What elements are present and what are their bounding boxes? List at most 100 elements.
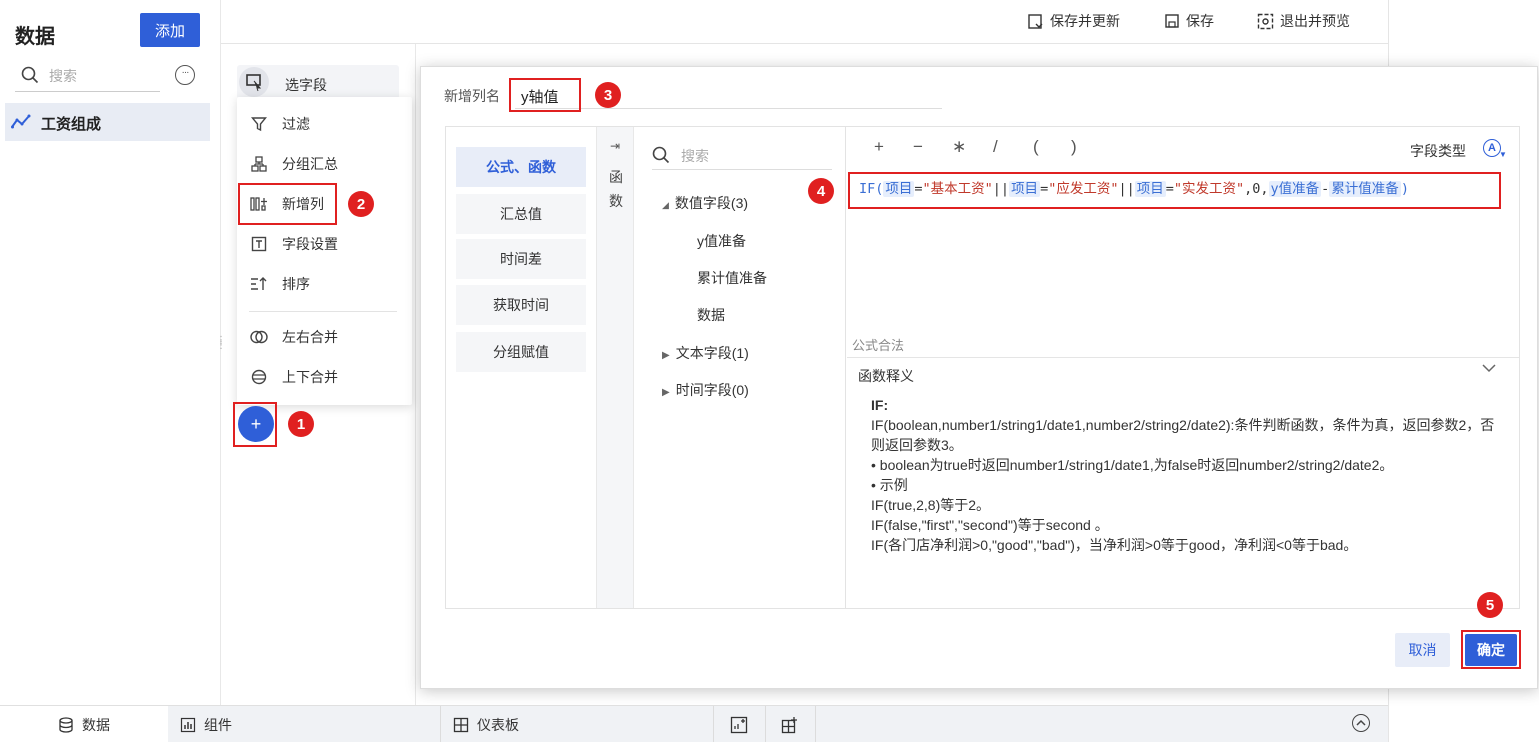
menu-item-merge-ud[interactable]: 上下合并 <box>237 359 412 395</box>
search-icon <box>21 66 39 84</box>
column-name-input[interactable]: y轴值 <box>515 79 942 109</box>
formula-field-token[interactable]: 项目 <box>883 181 915 197</box>
menu-item-filter[interactable]: 过滤 <box>237 106 412 142</box>
separator <box>815 706 816 742</box>
sort-icon <box>249 274 269 294</box>
preview-icon <box>1257 13 1274 30</box>
function-desc-line: • boolean为true时返回number1/string1/date1,为… <box>871 457 1394 473</box>
field-search-placeholder: 搜索 <box>681 148 709 164</box>
add-dashboard-icon[interactable] <box>781 716 799 734</box>
formula-text[interactable]: IF(项目 ="基本工资"|| 项目 ="应发工资"|| 项目 ="实发工资",0, y值准… <box>859 179 1409 199</box>
tab-component[interactable]: 组件 <box>180 706 232 742</box>
field-item[interactable]: y值准备 <box>697 231 746 251</box>
more-options-icon[interactable]: ··· <box>175 65 195 85</box>
op-lparen-button[interactable]: ( <box>1033 137 1039 157</box>
save-update-button[interactable]: 保存并更新 <box>1027 10 1120 32</box>
formula-field-token[interactable]: 累计值准备 <box>1329 181 1401 197</box>
menu-item-sort[interactable]: 排序 <box>237 266 412 302</box>
filter-icon <box>249 114 269 134</box>
dataset-item[interactable]: 工资组成 <box>5 103 210 141</box>
save-label: 保存 <box>1186 13 1214 29</box>
op-plus-button[interactable]: + <box>874 137 884 157</box>
formula-token: IF( <box>859 181 884 197</box>
confirm-button[interactable]: 确定 <box>1465 634 1517 666</box>
function-strip-label: 函数 <box>609 169 623 209</box>
field-type-label: 字段类型 <box>1410 143 1466 159</box>
category-get-time[interactable]: 获取时间 <box>456 285 586 325</box>
tree-node-time[interactable]: ▶ 时间字段(0) <box>662 380 749 400</box>
op-minus-button[interactable]: − <box>913 137 923 157</box>
menu-item-field-settings[interactable]: 字段设置 <box>237 226 412 262</box>
category-list: 公式、函数 汇总值 时间差 获取时间 分组赋值 <box>446 127 596 608</box>
formula-valid-status: 公式合法 <box>852 338 905 353</box>
expand-icon: ⇥ <box>610 139 621 153</box>
op-divide-button[interactable]: / <box>993 137 998 157</box>
function-explain-title: 函数释义 <box>858 368 914 384</box>
menu-item-label: 新增列 <box>282 196 324 212</box>
bottom-bar: 数据 组件 仪表板 <box>0 705 1388 742</box>
tree-node-text[interactable]: ▶ 文本字段(1) <box>662 343 749 363</box>
menu-item-merge-lr[interactable]: 左右合并 <box>237 319 412 355</box>
function-panel-toggle[interactable]: ⇥ 函数 <box>596 127 634 608</box>
line-chart-icon <box>11 114 31 130</box>
step-badge-3: 3 <box>595 82 621 108</box>
menu-item-label: 分组汇总 <box>282 156 338 172</box>
caret-right-icon: ▶ <box>662 387 670 398</box>
add-data-button[interactable]: 添加 <box>140 13 200 47</box>
field-settings-icon <box>249 234 269 254</box>
panel-title: 数据 <box>15 26 55 48</box>
select-field-icon <box>239 67 269 97</box>
function-explain-header[interactable]: 函数释义 <box>847 357 1519 389</box>
cancel-button[interactable]: 取消 <box>1395 633 1450 667</box>
menu-item-add-column[interactable]: 新增列 <box>237 186 412 222</box>
separator <box>440 706 441 742</box>
formula-token: = <box>914 181 923 197</box>
formula-field-token[interactable]: y值准备 <box>1268 181 1322 197</box>
tab-component-label: 组件 <box>204 716 232 733</box>
op-multiply-button[interactable]: ∗ <box>952 137 966 157</box>
collapse-up-icon[interactable] <box>1352 714 1370 732</box>
field-search-input[interactable]: 搜索 <box>652 140 832 170</box>
formula-token: = <box>1040 181 1049 197</box>
tab-data[interactable]: 数据 <box>0 706 168 742</box>
category-aggregate[interactable]: 汇总值 <box>456 194 586 234</box>
tree-node-numeric[interactable]: ◢ 数值字段(3) <box>662 193 748 213</box>
add-step-menu: 过滤 分组汇总 新增列 字段设置 排序 左右合并 上下合并 <box>237 97 412 405</box>
separator <box>713 706 714 742</box>
category-group-assign[interactable]: 分组赋值 <box>456 332 586 372</box>
field-item[interactable]: 累计值准备 <box>697 268 767 288</box>
tab-dashboard[interactable]: 仪表板 <box>453 706 519 742</box>
field-item[interactable]: 数据 <box>697 305 725 325</box>
formula-token: || <box>992 181 1010 197</box>
group-icon <box>249 154 269 174</box>
formula-field-token[interactable]: 项目 <box>1134 181 1166 197</box>
function-desc-title: IF: <box>871 397 889 413</box>
menu-divider <box>249 311 397 312</box>
category-formula[interactable]: 公式、函数 <box>456 147 586 187</box>
add-step-button[interactable]: + <box>238 406 274 442</box>
formula-token: || <box>1118 181 1135 197</box>
step-badge-4: 4 <box>808 178 834 204</box>
save-icon <box>1164 13 1180 29</box>
formula-field-token[interactable]: 项目 <box>1009 181 1041 197</box>
function-desc-line: IF(true,2,8)等于2。 <box>871 497 991 513</box>
exit-preview-button[interactable]: 退出并预览 <box>1257 10 1350 32</box>
formula-token: "实发工资" <box>1173 181 1245 197</box>
function-description: IF: IF(boolean,number1/string1/date1,num… <box>871 395 1501 555</box>
data-search-input[interactable]: 搜索 <box>15 62 160 92</box>
formula-token: ) <box>1400 181 1409 197</box>
step-badge-1: 1 <box>288 411 314 437</box>
tab-dashboard-label: 仪表板 <box>477 716 519 733</box>
menu-item-group[interactable]: 分组汇总 <box>237 146 412 182</box>
function-desc-line: IF(false,"first","second")等于second 。 <box>871 517 1109 533</box>
merge-lr-icon <box>249 327 269 347</box>
drag-handle-icon[interactable]: ⋮ ⋮ <box>216 336 226 358</box>
save-button[interactable]: 保存 <box>1164 10 1214 32</box>
bar-chart-icon <box>180 717 196 733</box>
add-component-icon[interactable] <box>730 716 748 734</box>
step-select-field[interactable]: 选字段 <box>237 65 399 99</box>
step-badge-5: 5 <box>1477 592 1503 618</box>
formula-token: "应发工资" <box>1048 181 1119 197</box>
op-rparen-button[interactable]: ) <box>1071 137 1077 157</box>
category-time-diff[interactable]: 时间差 <box>456 239 586 279</box>
